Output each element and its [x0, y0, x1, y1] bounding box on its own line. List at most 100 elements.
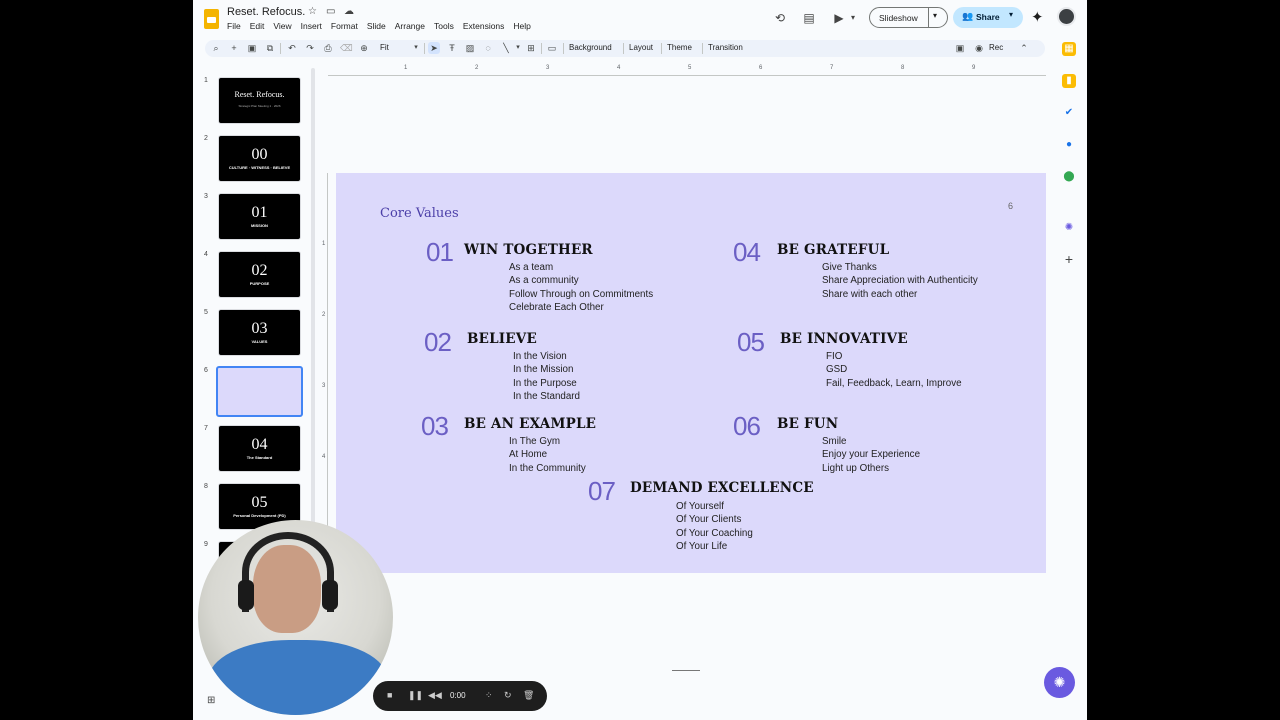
- menu-edit[interactable]: Edit: [250, 21, 265, 31]
- zoom-select[interactable]: Fit: [380, 43, 389, 52]
- menu-bar: File Edit View Insert Format Slide Arran…: [227, 21, 540, 31]
- tasks-icon[interactable]: ✔: [1062, 106, 1076, 120]
- thumb-number: 8: [204, 483, 208, 490]
- record-icon[interactable]: ◉: [973, 42, 985, 54]
- toolbar-divider: [424, 43, 425, 54]
- get-addons-icon[interactable]: +: [1062, 252, 1076, 266]
- slide-thumbnail-7[interactable]: 04 The Standard: [218, 425, 301, 472]
- menu-extensions[interactable]: Extensions: [463, 21, 505, 31]
- transition-button[interactable]: Transition: [708, 43, 743, 52]
- menu-file[interactable]: File: [227, 21, 241, 31]
- thumb-number: 2: [204, 135, 208, 142]
- slide-canvas[interactable]: Core Values 6 01 WIN TOGETHER As a team …: [336, 173, 1046, 573]
- value-item: In The Gym: [509, 436, 560, 447]
- star-icon[interactable]: ☆: [308, 6, 317, 17]
- paint-format-icon[interactable]: ⌫: [340, 42, 353, 54]
- theme-button[interactable]: Theme: [667, 43, 692, 52]
- slide-thumbnail-5[interactable]: 03 VALUES: [218, 309, 301, 356]
- ruler-label: 4: [322, 454, 326, 460]
- thumb-big-number: 05: [251, 494, 268, 511]
- menu-tools[interactable]: Tools: [434, 21, 454, 31]
- value-items: Smile Enjoy your Experience Light up Oth…: [822, 435, 920, 475]
- thumb-number: 4: [204, 251, 208, 258]
- gemini-sparkle-icon[interactable]: ✦: [1031, 8, 1044, 26]
- collapse-toolbar-icon[interactable]: ⌃: [1018, 42, 1030, 54]
- slideshow-divider: [928, 8, 929, 27]
- share-dropdown-icon[interactable]: ▾: [1009, 10, 1013, 19]
- search-menus-icon[interactable]: ⌕: [210, 42, 222, 54]
- cloud-status-icon[interactable]: ☁: [344, 6, 354, 17]
- slides-logo-icon[interactable]: [204, 9, 219, 29]
- slide-thumbnail-4[interactable]: 02 PURPOSE: [218, 251, 301, 298]
- meet-dropdown-icon[interactable]: ▾: [845, 10, 861, 26]
- value-item: Enjoy your Experience: [822, 449, 921, 461]
- addon-icon[interactable]: ✺: [1062, 221, 1076, 235]
- replace-image-icon[interactable]: ⊞: [525, 42, 537, 54]
- menu-arrange[interactable]: Arrange: [395, 21, 425, 31]
- value-number: 05: [737, 327, 765, 357]
- value-items: In The Gym At Home In the Community: [509, 435, 586, 475]
- menu-insert[interactable]: Insert: [301, 21, 322, 31]
- print-icon[interactable]: ⎙: [322, 42, 334, 54]
- menu-help[interactable]: Help: [513, 21, 530, 31]
- zoom-dropdown-icon[interactable]: ▾: [410, 42, 422, 54]
- present-mode-icon[interactable]: ▣: [954, 42, 966, 54]
- new-slide-alt-icon[interactable]: ⧉: [264, 42, 276, 54]
- maps-icon[interactable]: ⬤: [1062, 170, 1076, 184]
- text-box-icon[interactable]: Ŧ: [446, 42, 458, 54]
- document-title[interactable]: Reset. Refocus.: [227, 6, 305, 18]
- slideshow-button[interactable]: Slideshow ▾: [869, 7, 948, 28]
- menu-view[interactable]: View: [273, 21, 291, 31]
- thumb-big-number: 01: [251, 204, 268, 221]
- thumb-number: 3: [204, 193, 208, 200]
- version-history-icon[interactable]: ⟲: [772, 10, 788, 26]
- line-icon[interactable]: ╲: [500, 42, 512, 54]
- slide-title[interactable]: Core Values: [380, 206, 459, 221]
- thumb-caption: MISSION: [251, 223, 268, 228]
- slide-thumbnail-1[interactable]: Reset. Refocus. Strategic Plan Meeting 1…: [218, 77, 301, 124]
- restart-icon[interactable]: ↻: [504, 690, 512, 701]
- assistant-sparkle-icon[interactable]: ✺: [1044, 667, 1075, 698]
- value-item: In the Community: [509, 462, 586, 474]
- comments-icon[interactable]: ▤: [801, 10, 817, 26]
- sheets-icon[interactable]: ▦: [1062, 42, 1076, 56]
- pause-icon[interactable]: ❚❚: [408, 690, 423, 701]
- rec-button[interactable]: Rec: [989, 43, 1003, 52]
- account-avatar[interactable]: [1057, 7, 1076, 26]
- slide-thumbnail-2[interactable]: 00 CULTURE · WITNESS · BELIEVE: [218, 135, 301, 182]
- menu-format[interactable]: Format: [331, 21, 358, 31]
- undo-icon[interactable]: ↶: [286, 42, 298, 54]
- layout-icon[interactable]: ▣: [246, 42, 258, 54]
- value-item: FIO: [826, 351, 843, 362]
- slide-thumbnail-6-selected[interactable]: [216, 366, 303, 417]
- layout-button[interactable]: Layout: [629, 43, 653, 52]
- line-dropdown-icon[interactable]: ▾: [512, 42, 524, 54]
- slide-thumbnail-3[interactable]: 01 MISSION: [218, 193, 301, 240]
- thumb-title: Reset. Refocus.: [234, 90, 285, 99]
- thumb-big-number: 03: [251, 320, 268, 337]
- new-slide-icon[interactable]: +: [228, 42, 240, 54]
- image-icon[interactable]: ▨: [464, 42, 476, 54]
- zoom-icon[interactable]: ⊕: [358, 42, 370, 54]
- delete-icon[interactable]: 🗑: [523, 690, 534, 701]
- menu-slide[interactable]: Slide: [367, 21, 386, 31]
- drag-handle-icon[interactable]: ⁘: [485, 690, 493, 701]
- background-button[interactable]: Background: [569, 43, 612, 52]
- contacts-icon[interactable]: ●: [1062, 138, 1076, 152]
- speaker-notes-handle[interactable]: [672, 670, 700, 671]
- redo-icon[interactable]: ↷: [304, 42, 316, 54]
- move-folder-icon[interactable]: ▭: [326, 6, 335, 17]
- share-button[interactable]: 👥 Share ▾: [953, 7, 1023, 28]
- vertical-ruler: 1 2 3 4: [322, 173, 328, 573]
- slideshow-dropdown-icon[interactable]: ▾: [933, 11, 937, 20]
- toolbar-divider: [563, 43, 564, 54]
- rewind-icon[interactable]: ◀◀: [428, 690, 442, 701]
- filmstrip-scrollbar[interactable]: [311, 68, 315, 538]
- value-item: In the Mission: [513, 364, 574, 376]
- add-comment-icon[interactable]: ▭: [546, 42, 558, 54]
- value-heading: BELIEVE: [467, 331, 537, 347]
- select-cursor-icon[interactable]: ➤: [428, 42, 440, 54]
- value-item: Light up Others: [822, 462, 889, 474]
- shape-icon[interactable]: ◌: [482, 42, 494, 54]
- keep-icon[interactable]: ▮: [1062, 74, 1076, 88]
